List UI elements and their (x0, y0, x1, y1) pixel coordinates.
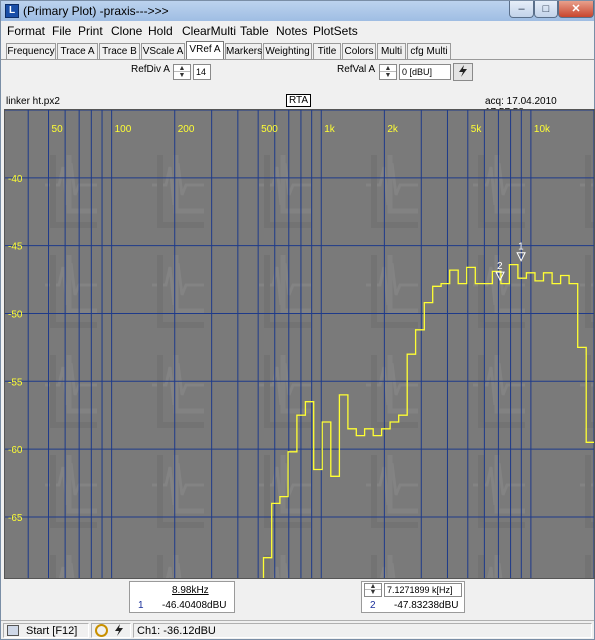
x-tick-label: 5k (471, 124, 483, 135)
tab-weighting[interactable]: Weighting (263, 43, 312, 60)
close-button[interactable]: ✕ (558, 1, 594, 18)
tab-markers[interactable]: Markers (225, 43, 262, 60)
lightning-icon[interactable] (453, 63, 473, 81)
spin-down-icon[interactable]: ▼ (174, 72, 190, 79)
refval-label: RefVal A (337, 64, 376, 75)
y-tick-label: -55 (8, 377, 23, 388)
tab-trace-b[interactable]: Trace B (99, 43, 140, 60)
lightning-icon[interactable] (112, 623, 126, 640)
cursor1-index: 1 (138, 600, 144, 611)
app-icon[interactable]: L (5, 4, 19, 18)
meter-icon[interactable] (95, 624, 108, 637)
mode-indicator[interactable]: RTA (286, 94, 311, 107)
cursor2-frequency-field[interactable]: 7.1271899 k[Hz] (384, 583, 462, 597)
marker-label: 2 (497, 261, 503, 272)
title-bar[interactable]: L (Primary Plot) -praxis--->>> – □ ✕ (1, 1, 594, 21)
spin-up-icon[interactable]: ▲ (174, 65, 190, 72)
tab-frequency[interactable]: Frequency (6, 43, 56, 60)
rta-plot[interactable]: 50 100 200 500 1k 2k 5k 10k -40-45-50-55-60-65 … (5, 110, 594, 578)
menu-format[interactable]: Format (7, 24, 45, 38)
tab-multi[interactable]: Multi (377, 43, 406, 60)
start-label: Start [F12] (26, 625, 78, 637)
refdiv-label: RefDiv A (131, 64, 170, 75)
plot-background (5, 110, 594, 578)
x-tick-label: 50 (52, 124, 64, 135)
menu-table[interactable]: Table (240, 24, 269, 38)
menu-print[interactable]: Print (78, 24, 103, 38)
tab-colors[interactable]: Colors (342, 43, 376, 60)
menu-clone[interactable]: Clone (111, 24, 142, 38)
x-tick-label: 2k (387, 124, 399, 135)
main-window: L (Primary Plot) -praxis--->>> – □ ✕ For… (0, 0, 595, 640)
y-tick-label: -50 (8, 309, 23, 320)
menu-bar: Format File Print Clone Hold ClearMulti … (1, 21, 594, 40)
info-bar: linker ht.px2 RTA acq: 17.04.2010 17:57:… (1, 94, 594, 118)
channel-level: Ch1: -36.12dBU (137, 625, 216, 637)
cursor2-readout: ▲ ▼ 7.1271899 k[Hz] 2 -47.83238dBU (361, 581, 465, 613)
cursor1-readout: 8.98kHz 1 -46.40408dBU (129, 581, 235, 613)
window-title: (Primary Plot) -praxis--->>> (23, 4, 169, 18)
tab-strip: Frequency Trace A Trace B VScale A VRef … (1, 41, 594, 60)
tab-underline (1, 59, 594, 60)
y-tick-label: -60 (8, 445, 23, 456)
refdiv-spinner[interactable]: ▲ ▼ (173, 64, 191, 80)
cursor2-index: 2 (370, 600, 376, 611)
minimize-button[interactable]: – (509, 1, 534, 18)
tab-vscale-a[interactable]: VScale A (141, 43, 185, 60)
start-icon (7, 625, 19, 636)
y-tick-label: -40 (8, 174, 23, 185)
menu-hold[interactable]: Hold (148, 24, 173, 38)
tool-icons-panel (91, 623, 131, 638)
cursor1-frequency[interactable]: 8.98kHz (172, 585, 209, 596)
menu-plotsets[interactable]: PlotSets (313, 24, 358, 38)
menu-file[interactable]: File (52, 24, 71, 38)
tab-cfg-multi[interactable]: cfg Multi (407, 43, 451, 60)
start-panel[interactable]: Start [F12] (3, 623, 89, 638)
marker-label: 1 (518, 242, 524, 253)
cursor2-spinner[interactable]: ▲ ▼ (364, 583, 382, 597)
maximize-button[interactable]: □ (534, 1, 558, 18)
menu-clearmulti[interactable]: ClearMulti (182, 24, 236, 38)
channel-panel: Ch1: -36.12dBU (133, 623, 592, 638)
refdiv-field[interactable]: 14 (193, 64, 211, 80)
cursor2-value: -47.83238dBU (394, 600, 459, 611)
tab-vref-a[interactable]: VRef A (186, 41, 224, 60)
x-tick-label: 10k (534, 124, 551, 135)
x-tick-label: 1k (324, 124, 336, 135)
x-tick-label: 100 (115, 124, 132, 135)
menu-notes[interactable]: Notes (276, 24, 307, 38)
spin-up-icon[interactable]: ▲ (380, 65, 396, 72)
tab-title[interactable]: Title (313, 43, 341, 60)
file-name: linker ht.px2 (6, 96, 60, 107)
spin-down-icon[interactable]: ▼ (365, 589, 381, 596)
tab-trace-a[interactable]: Trace A (57, 43, 98, 60)
y-tick-label: -45 (8, 242, 23, 253)
x-tick-label: 500 (261, 124, 278, 135)
y-tick-label: -65 (8, 513, 23, 524)
refval-field[interactable]: 0 [dBU] (399, 64, 451, 80)
refval-spinner[interactable]: ▲ ▼ (379, 64, 397, 80)
x-tick-label: 200 (178, 124, 195, 135)
cursor1-value: -46.40408dBU (162, 600, 227, 611)
spin-down-icon[interactable]: ▼ (380, 72, 396, 79)
status-bar: Start [F12] Ch1: -36.12dBU (1, 620, 594, 639)
